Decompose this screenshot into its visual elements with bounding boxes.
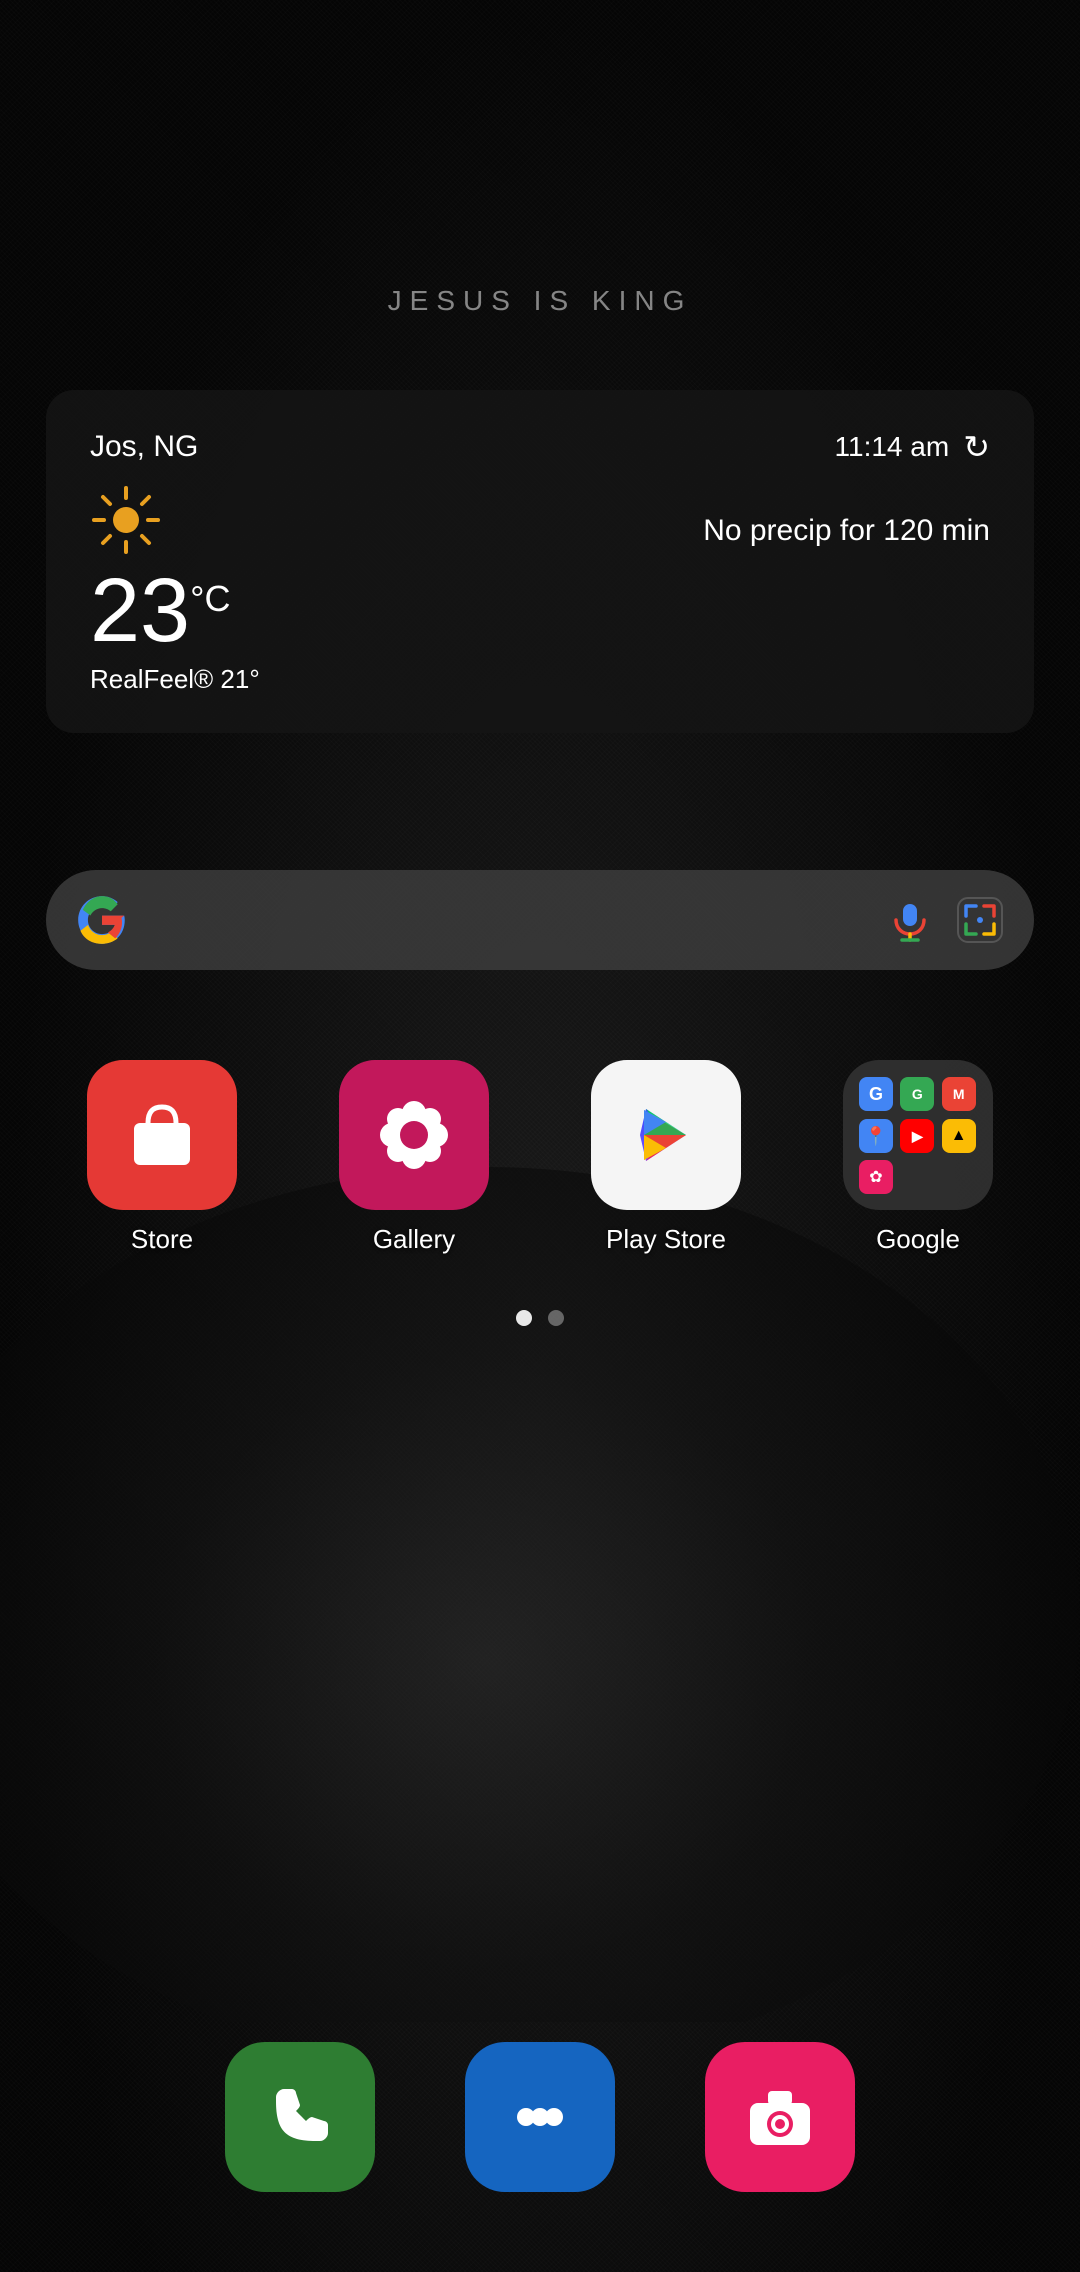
search-bar[interactable] [46, 870, 1034, 970]
mini-icon-gmail: M [942, 1077, 976, 1111]
messages-svg [500, 2077, 580, 2157]
wallpaper-text: JESUS IS KING [0, 285, 1080, 317]
gallery-flower-icon [374, 1095, 454, 1175]
store-bag-icon [122, 1095, 202, 1175]
weather-time-row: 11:14 am ↻ [835, 428, 990, 466]
mini-icon-extra: ✿ [859, 1160, 893, 1194]
playstore-triangle [626, 1095, 706, 1175]
mini-icon-drive: ▲ [942, 1119, 976, 1153]
app-item-google-folder[interactable]: G G M 📍 ▶ ▲ ✿ [843, 1060, 993, 1255]
search-icons [888, 896, 1004, 944]
weather-left: 23 °C RealFeel® 21° [90, 484, 260, 695]
page-dot-2[interactable] [548, 1310, 564, 1326]
refresh-icon[interactable]: ↻ [963, 428, 990, 466]
google-logo [76, 894, 128, 946]
dock-messages-icon[interactable] [465, 2042, 615, 2192]
store-icon [87, 1060, 237, 1210]
page-dot-1[interactable] [516, 1310, 532, 1326]
playstore-label: Play Store [606, 1224, 726, 1255]
sun-rays-svg [90, 484, 162, 556]
google-folder-label: Google [876, 1224, 960, 1255]
precip-message: No precip for 120 min [703, 514, 990, 548]
mini-icon-google: G [859, 1077, 893, 1111]
weather-time: 11:14 am [835, 431, 950, 463]
weather-header: Jos, NG 11:14 am ↻ [90, 428, 990, 466]
sun-circle [113, 507, 139, 533]
dock-phone-icon[interactable] [225, 2042, 375, 2192]
temp-unit: °C [190, 578, 230, 620]
weather-widget[interactable]: Jos, NG 11:14 am ↻ [46, 390, 1034, 733]
sun-icon [90, 484, 162, 556]
weather-temperature: 23 °C [90, 566, 260, 656]
real-feel: RealFeel® 21° [90, 664, 260, 695]
weather-location: Jos, NG [90, 430, 198, 464]
weather-right: No precip for 120 min [703, 484, 990, 548]
temp-number: 23 [90, 566, 190, 656]
google-folder-icon: G G M 📍 ▶ ▲ ✿ [843, 1060, 993, 1210]
google-lens-icon[interactable] [956, 896, 1004, 944]
mic-icon[interactable] [888, 898, 932, 942]
dock [0, 2042, 1080, 2192]
camera-svg [740, 2077, 820, 2157]
gallery-icon [339, 1060, 489, 1210]
app-item-playstore[interactable]: Play Store [591, 1060, 741, 1255]
mini-icon-maps: 📍 [859, 1119, 893, 1153]
phone-svg [260, 2077, 340, 2157]
app-grid: Store Gallery [46, 1060, 1034, 1255]
playstore-icon [591, 1060, 741, 1210]
store-label: Store [131, 1224, 193, 1255]
app-item-store[interactable]: Store [87, 1060, 237, 1255]
app-item-gallery[interactable]: Gallery [339, 1060, 489, 1255]
mini-icon-gmail-alt: G [900, 1077, 934, 1111]
mini-icon-youtube: ▶ [900, 1119, 934, 1153]
page-indicators [0, 1310, 1080, 1326]
weather-body: 23 °C RealFeel® 21° No precip for 120 mi… [90, 484, 990, 695]
gallery-label: Gallery [373, 1224, 455, 1255]
dock-camera-icon[interactable] [705, 2042, 855, 2192]
